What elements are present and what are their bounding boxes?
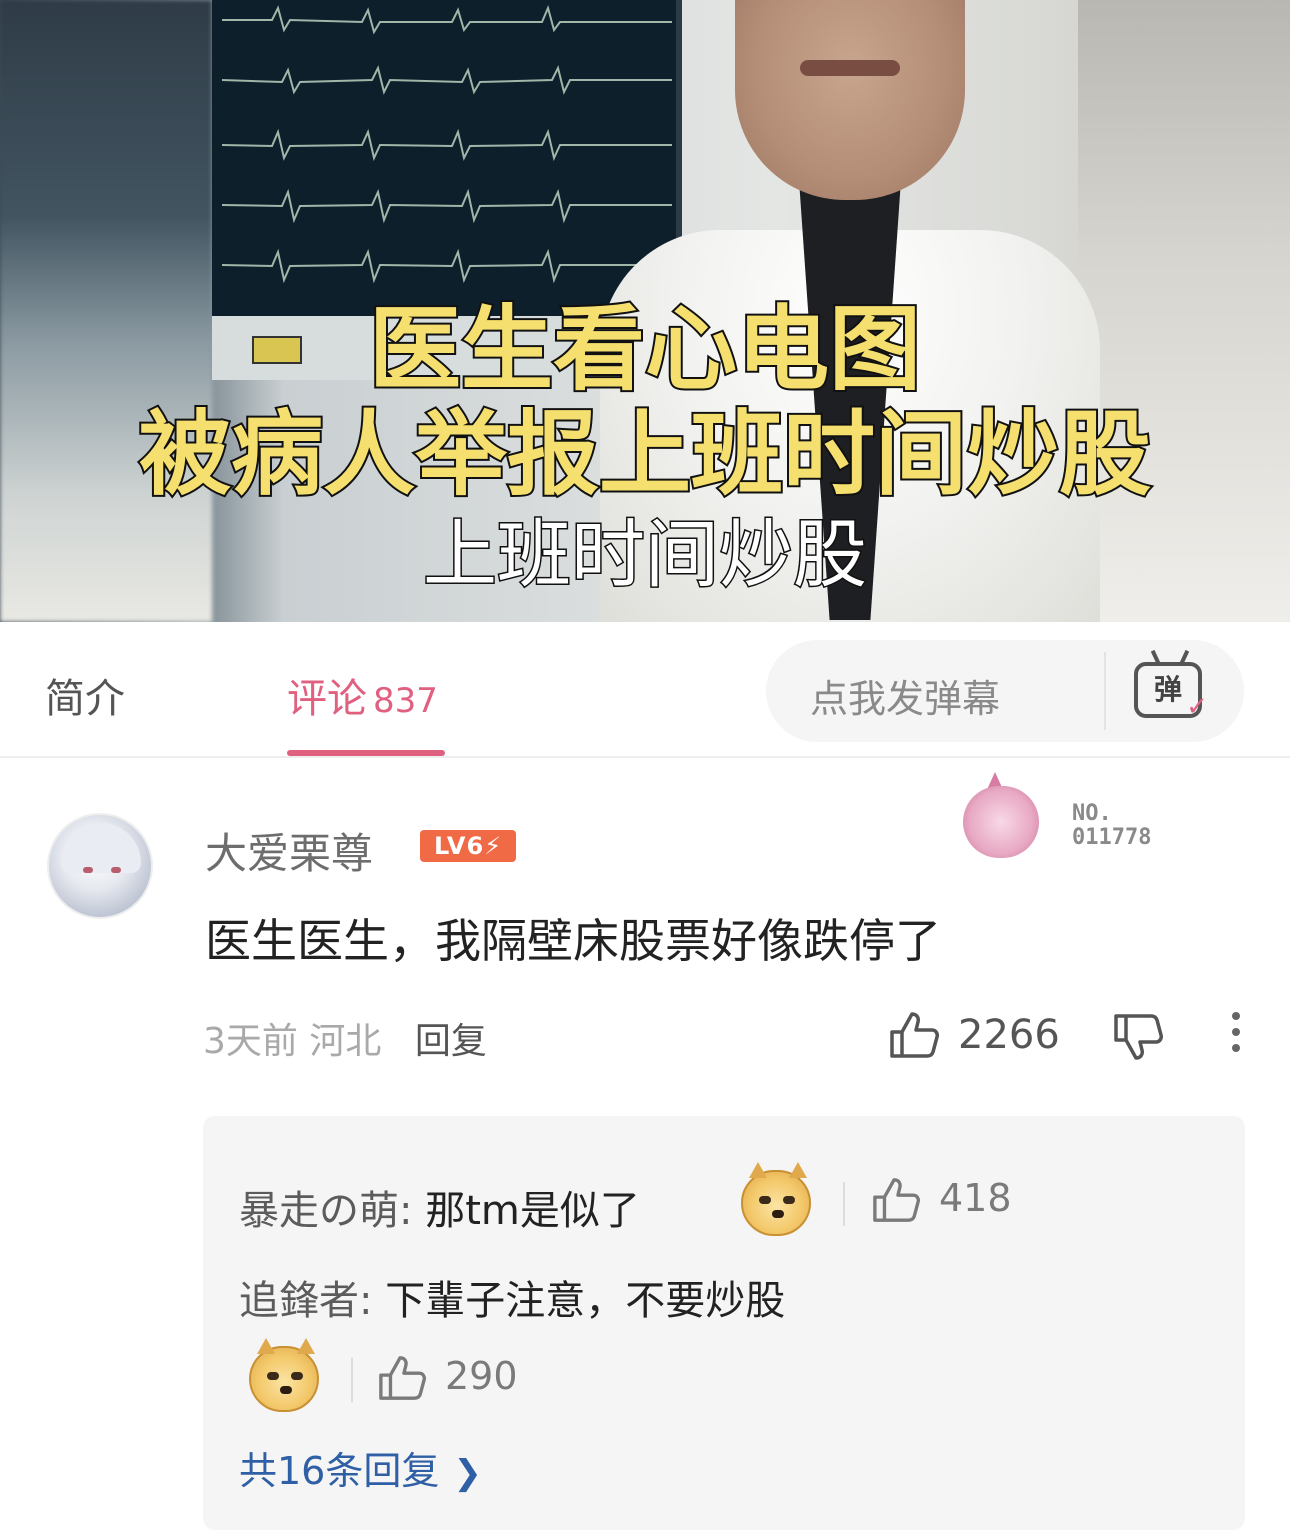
tab-bar: 简介 评论 837 点我发弹幕 弹 ✓	[0, 622, 1290, 758]
doge-ear	[257, 1338, 275, 1354]
avatar-eye-left	[83, 867, 93, 873]
comment-text: 医生医生，我隔壁床股票好像跌停了	[205, 914, 941, 968]
doge-eye	[267, 1372, 279, 1380]
comment-location: 河北	[309, 1021, 382, 1062]
video-subtitle: 上班时间炒股	[422, 512, 869, 598]
doge-emoji-icon	[741, 1162, 811, 1236]
more-dot	[1232, 1028, 1240, 1036]
more-vertical-icon[interactable]	[1226, 1012, 1246, 1060]
active-tab-indicator	[287, 750, 445, 756]
level-badge: LV6⚡	[420, 830, 516, 862]
tab-comments[interactable]: 评论 837	[287, 666, 438, 724]
fan-number: NO. 011778	[1072, 802, 1151, 850]
thumb-up-icon	[873, 1178, 920, 1222]
reply-like-button[interactable]: 418	[871, 1176, 1031, 1226]
tab-comments-label: 评论	[287, 676, 367, 722]
avatar-hair	[61, 823, 141, 873]
tab-intro[interactable]: 简介	[45, 666, 125, 724]
danmaku-icon-text: 弹	[1153, 673, 1182, 706]
thumb-up-icon	[890, 1012, 939, 1058]
danmaku-divider	[1104, 652, 1106, 730]
reply-username[interactable]: 追鋒者:	[239, 1278, 372, 1324]
danmaku-placeholder: 点我发弹幕	[810, 677, 1001, 721]
reply-button[interactable]: 回复	[415, 1021, 487, 1062]
check-icon: ✓	[1186, 692, 1208, 722]
fan-number-value: 011778	[1072, 825, 1152, 850]
view-more-replies-link[interactable]: 共16条回复 ❯	[239, 1440, 482, 1495]
doctor-face	[735, 0, 965, 200]
reply-item[interactable]: 暴走の萌: 那tm是似了	[239, 1178, 640, 1236]
video-caption-line2: 被病人举报上班时间炒股	[137, 401, 1153, 508]
like-count: 2266	[958, 1012, 1060, 1058]
tab-comments-count: 837	[373, 681, 438, 721]
doge-ear	[789, 1162, 807, 1178]
doge-nose	[772, 1210, 784, 1218]
doge-ear	[749, 1162, 767, 1178]
dislike-button[interactable]	[1112, 1012, 1164, 1066]
video-caption-line1: 医生看心电图	[367, 296, 923, 403]
reply-divider	[351, 1358, 353, 1402]
reply-like-count: 290	[445, 1354, 518, 1398]
reply-like-button[interactable]: 290	[377, 1354, 537, 1404]
chevron-right-icon: ❯	[453, 1453, 482, 1493]
danmaku-input[interactable]: 点我发弹幕 弹 ✓	[766, 640, 1244, 742]
more-dot	[1232, 1044, 1240, 1052]
doctor-mouth	[800, 60, 900, 76]
comment-time: 3天前	[203, 1021, 298, 1062]
ecg-waveforms	[221, 4, 672, 284]
reply-text: 下輩子注意，不要炒股	[385, 1278, 786, 1324]
replies-panel: 暴走の萌: 那tm是似了 418 追鋒者: 下輩子注意，不要炒股 290 共16…	[203, 1116, 1245, 1530]
like-button[interactable]: 2266	[888, 1010, 1060, 1060]
danmaku-icon[interactable]: 弹 ✓	[1134, 649, 1208, 720]
reply-username[interactable]: 暴走の萌:	[239, 1188, 412, 1234]
reply-text: 那tm是似了	[425, 1188, 640, 1234]
reply-divider	[843, 1182, 845, 1226]
doge-emoji-icon	[249, 1338, 319, 1412]
fan-badge-icon	[935, 772, 1055, 864]
doge-eye	[783, 1196, 795, 1204]
thumb-down-icon	[1114, 1014, 1163, 1060]
doge-ear	[297, 1338, 315, 1354]
fan-badge-character	[963, 786, 1039, 858]
fan-number-label: NO.	[1072, 801, 1112, 826]
danmaku-icon-ear-left	[1150, 649, 1162, 667]
reply-item[interactable]: 追鋒者: 下輩子注意，不要炒股	[239, 1268, 785, 1326]
avatar-eye-right	[111, 867, 121, 873]
comment-meta: 3天前 河北 回复	[203, 1012, 487, 1064]
doge-eye	[759, 1196, 771, 1204]
video-player[interactable]: 医生看心电图 被病人举报上班时间炒股 上班时间炒股	[0, 0, 1290, 622]
reply-like-count: 418	[939, 1176, 1012, 1220]
danmaku-icon-ear-right	[1178, 649, 1190, 667]
doge-nose	[280, 1386, 292, 1394]
comment-username[interactable]: 大爱栗尊	[205, 820, 373, 881]
thumb-up-icon	[379, 1356, 426, 1400]
doge-eye	[291, 1372, 303, 1380]
avatar[interactable]	[47, 813, 153, 919]
more-replies-label: 共16条回复	[239, 1449, 440, 1493]
more-dot	[1232, 1012, 1240, 1020]
